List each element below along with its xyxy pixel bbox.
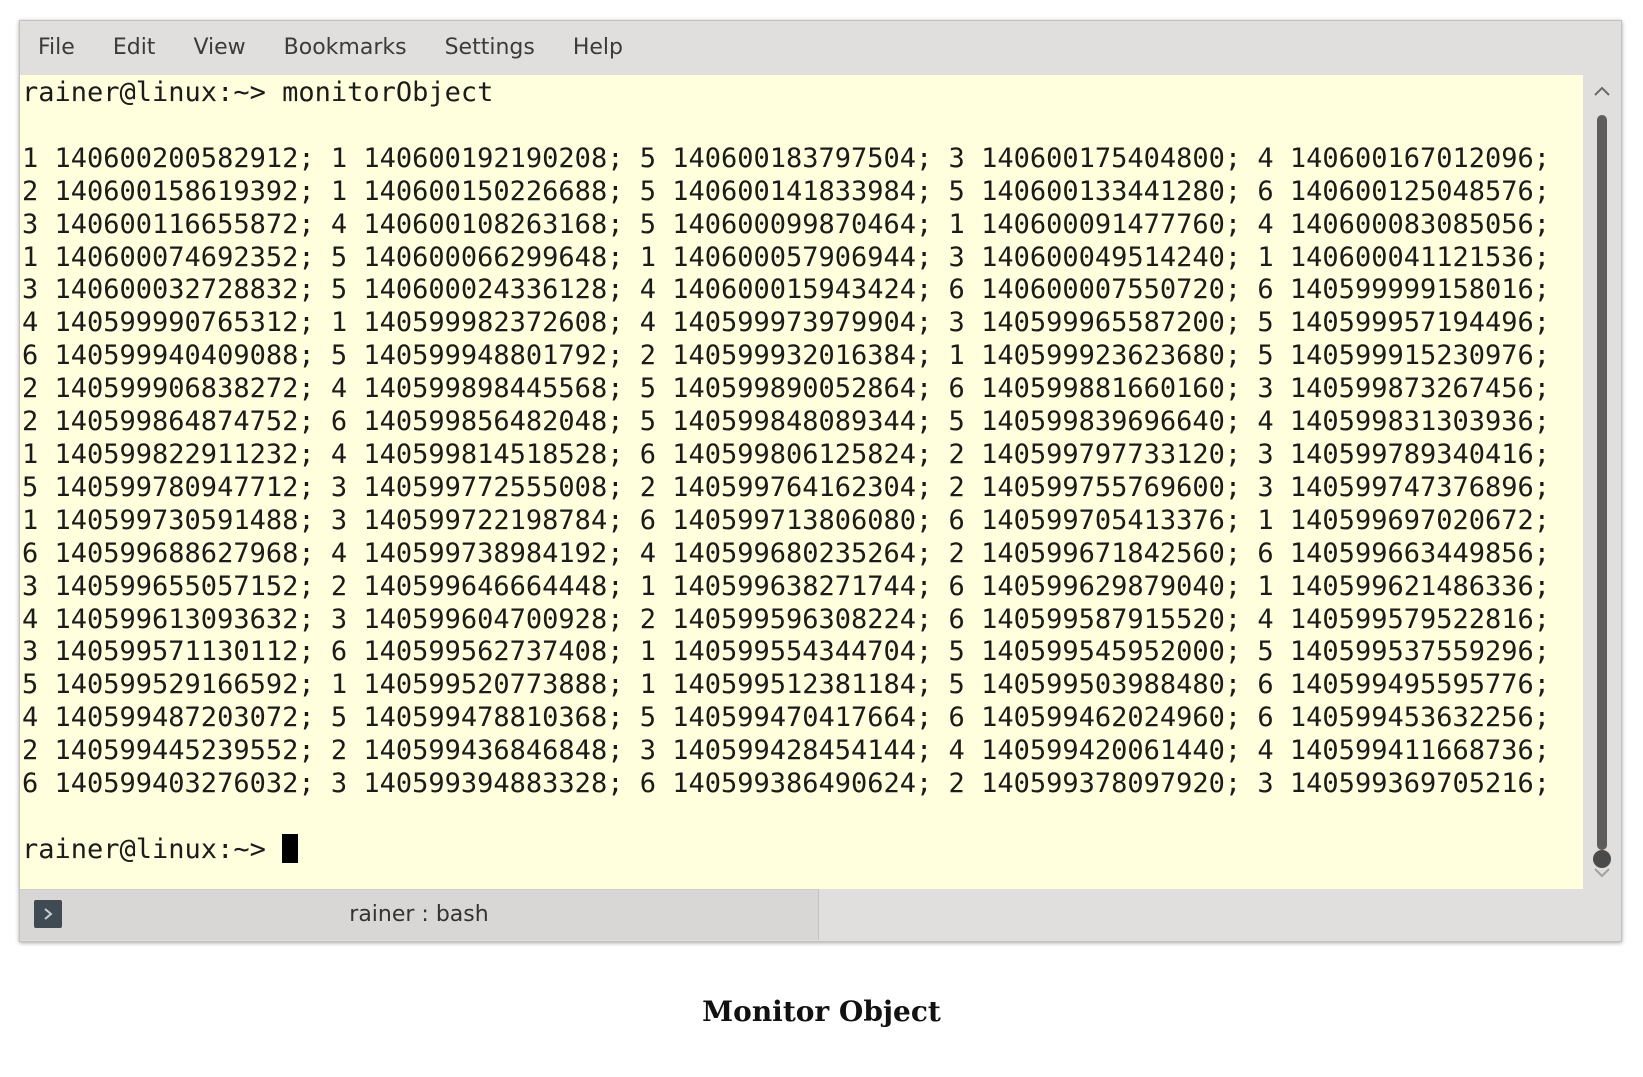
output-line: 5 140599529166592; 1 140599520773888; 1 … xyxy=(22,669,1551,701)
scroll-thumb[interactable] xyxy=(1597,115,1607,850)
text-cursor xyxy=(282,833,299,863)
output-line: 5 140599780947712; 3 140599772555008; 2 … xyxy=(22,471,1551,503)
vertical-scrollbar[interactable] xyxy=(1583,75,1621,889)
output-line: 3 140599571130112; 6 140599562737408; 1 … xyxy=(22,636,1551,668)
output-line: 2 140599445239552; 2 140599436846848; 3 … xyxy=(22,735,1551,767)
command-line: rainer@linux:~> monitorObject xyxy=(22,77,494,108)
tab-rainer-bash[interactable]: rainer : bash xyxy=(20,889,819,940)
output-line: 4 140599613093632; 3 140599604700928; 2 … xyxy=(22,603,1551,635)
output-line: 1 140599730591488; 3 140599722198784; 6 … xyxy=(22,504,1551,536)
figure-caption: Monitor Object xyxy=(702,995,941,1028)
output-line: 3 140600032728832; 5 140600024336128; 4 … xyxy=(22,274,1551,306)
output-line: 6 140599403276032; 3 140599394883328; 6 … xyxy=(22,768,1551,800)
output-line: 1 140599822911232; 4 140599814518528; 6 … xyxy=(22,438,1551,470)
menu-edit[interactable]: Edit xyxy=(94,21,175,75)
menu-view[interactable]: View xyxy=(174,21,264,75)
menu-help[interactable]: Help xyxy=(554,21,642,75)
tab-label: rainer : bash xyxy=(349,902,489,927)
scroll-up-icon[interactable] xyxy=(1583,75,1621,107)
menu-file[interactable]: File xyxy=(20,21,94,75)
output-line: 4 140599990765312; 1 140599982372608; 4 … xyxy=(22,307,1551,339)
output-line: 2 140599906838272; 4 140599898445568; 5 … xyxy=(22,373,1551,405)
output-line: 4 140599487203072; 5 140599478810368; 5 … xyxy=(22,702,1551,734)
terminal-area[interactable]: rainer@linux:~> monitorObject 1 14060020… xyxy=(20,75,1583,889)
output-line: 2 140599864874752; 6 140599856482048; 5 … xyxy=(22,406,1551,438)
menu-bar: File Edit View Bookmarks Settings Help xyxy=(20,21,1621,75)
scroll-down-icon[interactable] xyxy=(1583,857,1621,889)
shell-prompt: rainer@linux:~> xyxy=(22,833,283,865)
menu-settings[interactable]: Settings xyxy=(426,21,554,75)
tab-bar: rainer : bash xyxy=(20,889,1621,941)
output-line: 3 140599655057152; 2 140599646664448; 1 … xyxy=(22,570,1551,602)
output-line: 6 140599688627968; 4 140599738984192; 4 … xyxy=(22,537,1551,569)
terminal-output: rainer@linux:~> monitorObject 1 14060020… xyxy=(22,77,1550,867)
output-line: 2 140600158619392; 1 140600150226688; 5 … xyxy=(22,175,1551,207)
output-line: 6 140599940409088; 5 140599948801792; 2 … xyxy=(22,340,1551,372)
menu-bookmarks[interactable]: Bookmarks xyxy=(265,21,426,75)
output-line: 1 140600074692352; 5 140600066299648; 1 … xyxy=(22,241,1551,273)
output-line: 3 140600116655872; 4 140600108263168; 5 … xyxy=(22,208,1551,240)
konsole-window: File Edit View Bookmarks Settings Help r… xyxy=(19,20,1622,942)
output-line: 1 140600200582912; 1 140600192190208; 5 … xyxy=(22,142,1551,174)
